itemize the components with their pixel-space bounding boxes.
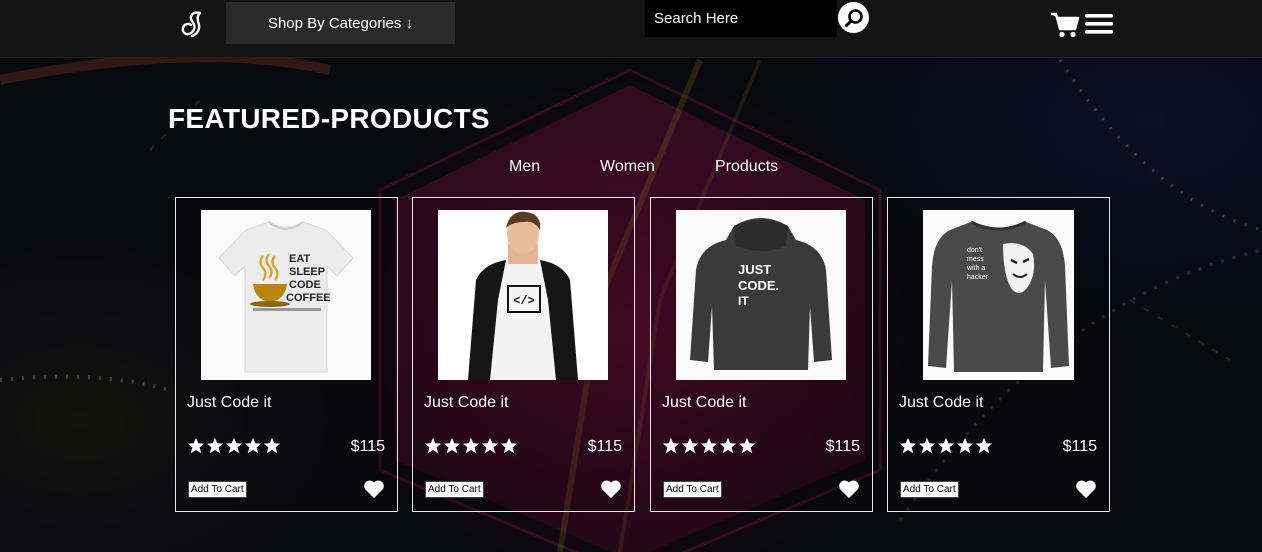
star-icon: [500, 437, 518, 454]
rating-stars: [662, 437, 756, 459]
coffee-tshirt-image: EAT SLEEP CODE COFFEE: [201, 210, 371, 380]
product-price: $115: [825, 438, 860, 455]
shirt-text-with-a: with a: [966, 265, 985, 272]
heart-icon[interactable]: [600, 479, 622, 499]
heart-icon[interactable]: [363, 479, 385, 499]
raglan-tshirt-image: </>: [438, 210, 608, 380]
hoodie-text-just: JUST: [738, 262, 771, 277]
add-to-cart-button[interactable]: Add To Cart: [188, 481, 247, 498]
star-icon: [918, 437, 936, 454]
star-icon: [899, 437, 917, 454]
hoodie-text-it: IT: [738, 294, 749, 308]
product-name: Just Code it: [662, 394, 747, 411]
logo-icon[interactable]: [178, 9, 208, 39]
shirt-text-hacker: hacker: [967, 274, 989, 281]
star-icon: [443, 437, 461, 454]
add-to-cart-button[interactable]: Add To Cart: [425, 481, 484, 498]
star-icon: [738, 437, 756, 454]
product-image[interactable]: EAT SLEEP CODE COFFEE: [201, 210, 371, 380]
rating-stars: [424, 437, 518, 459]
featured-products-heading: FEATURED-PRODUCTS: [168, 103, 490, 134]
product-name: Just Code it: [424, 394, 509, 411]
shirt-text-coffee: COFFEE: [286, 292, 331, 304]
hoodie-text-code: CODE.: [738, 278, 779, 293]
rating-stars: [187, 437, 281, 459]
add-to-cart-button[interactable]: Add To Cart: [900, 481, 959, 498]
product-card[interactable]: JUST CODE. IT Just Code it $115 Add To C…: [650, 197, 873, 512]
search-input[interactable]: [645, 0, 837, 37]
star-icon: [719, 437, 737, 454]
shirt-text-dont: don't: [967, 247, 982, 254]
tab-products[interactable]: Products: [715, 158, 778, 176]
star-icon: [700, 437, 718, 454]
search-button[interactable]: [838, 2, 869, 33]
star-icon: [956, 437, 974, 454]
add-to-cart-button[interactable]: Add To Cart: [663, 481, 722, 498]
product-image[interactable]: JUST CODE. IT: [676, 210, 846, 380]
heart-icon[interactable]: [838, 479, 860, 499]
product-card[interactable]: EAT SLEEP CODE COFFEE Just Code it $115 …: [175, 197, 398, 512]
shirt-text-sleep: SLEEP: [289, 266, 325, 278]
menu-icon[interactable]: [1085, 13, 1113, 35]
star-icon: [462, 437, 480, 454]
star-icon: [424, 437, 442, 454]
product-price: $115: [350, 438, 385, 455]
star-icon: [225, 437, 243, 454]
shirt-text-mess: mess: [967, 256, 984, 263]
star-icon: [975, 437, 993, 454]
product-price: $115: [1062, 438, 1097, 455]
hoodie-image: JUST CODE. IT: [676, 210, 846, 380]
star-icon: [263, 437, 281, 454]
shirt-text-eat: EAT: [289, 253, 310, 265]
product-image[interactable]: </>: [438, 210, 608, 380]
rating-stars: [899, 437, 993, 459]
shop-by-categories-button[interactable]: Shop By Categories ↓: [226, 2, 455, 44]
shirt-text-code: CODE: [289, 279, 321, 291]
tab-men[interactable]: Men: [509, 158, 540, 176]
tab-women[interactable]: Women: [600, 158, 655, 176]
star-icon: [244, 437, 262, 454]
top-navbar: Shop By Categories ↓: [0, 0, 1262, 58]
product-card[interactable]: don't mess with a hacker Just Code it $1…: [887, 197, 1110, 512]
star-icon: [206, 437, 224, 454]
cart-icon[interactable]: [1050, 11, 1080, 39]
star-icon: [681, 437, 699, 454]
search-icon: [844, 8, 863, 27]
product-name: Just Code it: [899, 394, 984, 411]
product-card[interactable]: </> Just Code it $115 Add To Cart: [412, 197, 635, 512]
heart-icon[interactable]: [1075, 479, 1097, 499]
product-price: $115: [587, 438, 622, 455]
hacker-longsleeve-image: don't mess with a hacker: [923, 210, 1074, 380]
star-icon: [187, 437, 205, 454]
category-tabs: Men Women Products: [0, 158, 1262, 182]
shirt-text-code-symbol: </>: [513, 294, 535, 308]
product-name: Just Code it: [187, 394, 272, 411]
star-icon: [662, 437, 680, 454]
star-icon: [937, 437, 955, 454]
product-image[interactable]: don't mess with a hacker: [923, 210, 1074, 380]
star-icon: [481, 437, 499, 454]
